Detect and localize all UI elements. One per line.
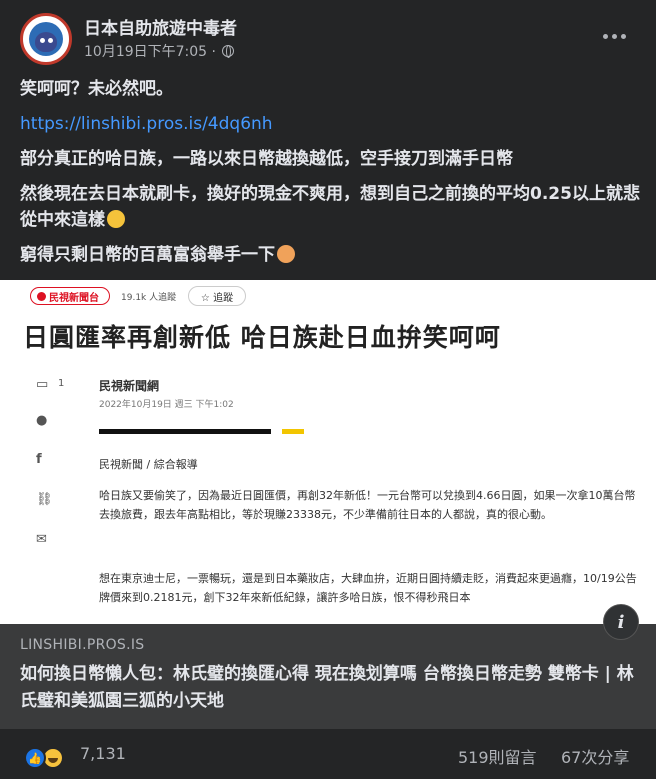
news-outlet-logo: 民視新聞台: [30, 287, 110, 305]
page-avatar[interactable]: [20, 13, 72, 65]
link-preview-image[interactable]: 民視新聞台 19.1k 人追蹤 ☆ 追蹤 日圓匯率再創新低 哈日族赴日血拚笑呵呵…: [0, 280, 656, 624]
avatar-mascot-icon: [35, 32, 57, 52]
crying-face-icon: [107, 210, 125, 228]
raising-hand-icon: [277, 245, 295, 263]
page-name[interactable]: 日本自助旅遊中毒者: [84, 14, 237, 39]
comments-count-link[interactable]: 519則留言: [458, 744, 537, 768]
article-source: 民視新聞網: [99, 379, 160, 393]
more-dot-icon: [602, 33, 608, 39]
article-paragraph: 想在東京迪士尼，一票暢玩，還是到日本藥妝店，大肆血拚，近期日圓持續走貶，消費起來…: [99, 572, 637, 604]
avatar-eye-right: [48, 38, 53, 43]
post-line: 窮得只剩日幣的百萬富翁舉手一下: [20, 245, 275, 265]
globe-icon: [221, 45, 234, 58]
link-title: 如何換日幣懶人包：林氏璧的換匯心得 現在換划算嗎 台幣換日幣走勢 雙幣卡 | 林…: [20, 664, 634, 711]
comment-icon: ▭: [36, 377, 49, 392]
email-icon: ✉: [36, 532, 47, 547]
post-meta: 10月19日下午7:05 ·: [84, 41, 234, 61]
post-timestamp[interactable]: 10月19日下午7:05 ·: [84, 41, 216, 61]
post-line: 笑呵呵？未必然吧。: [20, 79, 173, 99]
news-follow-button: ☆ 追蹤: [188, 286, 246, 306]
article-section: 民視新聞 / 綜合報導: [99, 458, 198, 471]
more-dot-icon: [620, 33, 626, 39]
reaction-count[interactable]: 7,131: [80, 744, 126, 763]
link-domain: LINSHIBI.PROS.IS: [20, 637, 145, 653]
article-date: 2022年10月19日 週三 下午1:02: [99, 400, 234, 410]
facebook-share-icon: f: [36, 452, 42, 467]
more-dot-icon: [611, 33, 617, 39]
copy-link-icon: ⛓: [36, 492, 53, 507]
info-icon[interactable]: i: [603, 604, 639, 640]
post-footer: 👍 7,131 519則留言 67次分享: [0, 729, 656, 779]
post-line: 部分真正的哈日族，一路以來日幣越換越低，空手接刀到滿手日幣: [20, 149, 513, 169]
divider-accent: [282, 429, 304, 434]
news-headline: 日圓匯率再創新低 哈日族赴日血拚笑呵呵: [23, 323, 501, 352]
post-link[interactable]: https://linshibi.pros.is/4dq6nh: [20, 114, 273, 134]
shares-count-link[interactable]: 67次分享: [561, 744, 629, 768]
link-card[interactable]: LINSHIBI.PROS.IS 如何換日幣懶人包：林氏璧的換匯心得 現在換划算…: [0, 624, 656, 729]
more-options-button[interactable]: [600, 24, 628, 48]
avatar-eye-left: [40, 38, 45, 43]
news-follower-count: 19.1k 人追蹤: [121, 293, 177, 303]
divider-bar: [99, 429, 271, 434]
post-body: 笑呵呵？未必然吧。 https://linshibi.pros.is/4dq6n…: [20, 76, 640, 277]
line-share-icon: ●: [36, 413, 48, 428]
comment-count: 1: [58, 378, 65, 389]
article-paragraph: 哈日族又要偷笑了，因為最近日圓匯價，再創32年新低！一元台幣可以兌換到4.66日…: [99, 489, 636, 521]
like-reaction-icon[interactable]: 👍: [24, 747, 46, 769]
